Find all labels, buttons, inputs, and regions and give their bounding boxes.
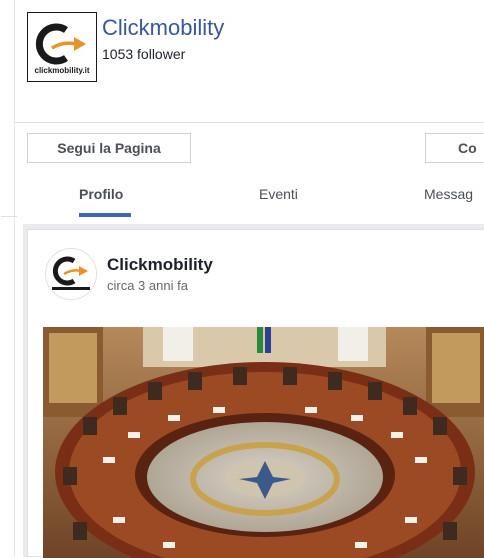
avatar[interactable] (45, 248, 97, 300)
contact-button[interactable]: Co (425, 133, 484, 163)
council-room-photo (43, 327, 484, 558)
tabs-divider (1, 216, 17, 217)
tab-profile[interactable]: Profilo (79, 186, 123, 202)
clickmobility-avatar-icon (46, 249, 96, 299)
follower-count: 1053 follower (102, 46, 186, 62)
page-header: clickmobility.it Clickmobility 1053 foll… (15, 0, 484, 122)
tab-messages[interactable]: Messag (424, 186, 473, 202)
active-tab-indicator (79, 213, 131, 217)
page-title[interactable]: Clickmobility (102, 15, 224, 41)
feed-post: Clickmobility circa 3 anni fa (27, 229, 484, 558)
post-photo[interactable] (43, 327, 484, 558)
post-timestamp[interactable]: circa 3 anni fa (107, 278, 188, 293)
post-author[interactable]: Clickmobility (107, 255, 213, 275)
logo-wordmark: clickmobility.it (35, 66, 90, 75)
clickmobility-logo-icon: clickmobility.it (28, 13, 96, 81)
page-tabs: Profilo Eventi Messag (15, 176, 484, 217)
follow-page-button[interactable]: Segui la Pagina (27, 133, 191, 163)
tab-events[interactable]: Eventi (259, 186, 298, 202)
page-plugin: clickmobility.it Clickmobility 1053 foll… (1, 0, 484, 558)
page-logo[interactable]: clickmobility.it (27, 12, 97, 82)
header-divider (15, 122, 484, 123)
